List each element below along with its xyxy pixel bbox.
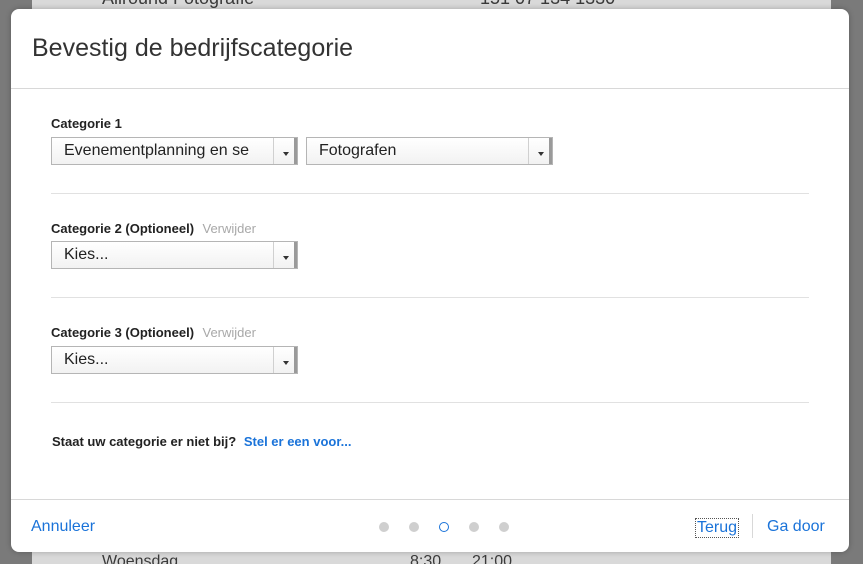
category-1-sub-value: Fotografen: [319, 142, 397, 159]
section-divider: [51, 402, 809, 403]
category-2-section: Categorie 2 (Optioneel) Verwijder: [51, 220, 809, 238]
background-phone: 151 07 134 1330: [480, 0, 615, 9]
footer-separator: [752, 514, 753, 538]
category-1-main-select[interactable]: Evenementplanning en se: [51, 137, 298, 165]
category-2-remove-link[interactable]: Verwijder: [202, 221, 255, 236]
hint-question: Staat uw categorie er niet bij?: [52, 434, 237, 449]
chevron-down-icon: [273, 138, 297, 164]
category-1-main-value: Evenementplanning en se: [64, 142, 250, 159]
category-2-value: Kies...: [64, 246, 109, 263]
back-button[interactable]: Terug: [695, 518, 740, 538]
dialog-title: Bevestig de bedrijfscategorie: [32, 34, 354, 62]
section-divider: [51, 193, 809, 194]
continue-button[interactable]: Ga door: [767, 518, 825, 536]
category-1-sub-select[interactable]: Fotografen: [306, 137, 553, 165]
background-business-name: Allround Fotografie: [102, 0, 254, 9]
step-dot: [499, 522, 509, 532]
chevron-down-icon: [273, 242, 297, 268]
category-dialog: Bevestig de bedrijfscategorie Categorie …: [11, 9, 849, 552]
category-3-label: Categorie 3 (Optioneel): [51, 325, 195, 340]
category-3-select[interactable]: Kies...: [51, 346, 298, 374]
category-2-label: Categorie 2 (Optioneel): [51, 221, 195, 236]
category-2-select[interactable]: Kies...: [51, 241, 298, 269]
dialog-header: Bevestig de bedrijfscategorie: [11, 9, 849, 89]
suggest-category-link[interactable]: Stel er een voor...: [244, 434, 352, 449]
step-dot: [379, 522, 389, 532]
dialog-footer: Annuleer Terug Ga door: [11, 499, 849, 552]
background-weekday: Woensdag: [102, 553, 179, 564]
category-3-value: Kies...: [64, 351, 109, 368]
category-3-section: Categorie 3 (Optioneel) Verwijder: [51, 324, 809, 342]
cancel-button[interactable]: Annuleer: [31, 518, 95, 536]
step-indicator: [379, 522, 509, 532]
background-open-time: 8:30: [410, 553, 442, 564]
category-1-section: Categorie 1: [51, 115, 809, 133]
chevron-down-icon: [528, 138, 552, 164]
suggest-category-hint: Staat uw categorie er niet bij? Stel er …: [52, 434, 352, 449]
category-3-remove-link[interactable]: Verwijder: [202, 325, 255, 340]
step-dot: [409, 522, 419, 532]
step-dot: [469, 522, 479, 532]
chevron-down-icon: [273, 347, 297, 373]
category-1-label: Categorie 1: [51, 116, 122, 131]
background-close-time: 21:00: [472, 553, 513, 564]
section-divider: [51, 297, 809, 298]
step-dot-current: [439, 522, 449, 532]
